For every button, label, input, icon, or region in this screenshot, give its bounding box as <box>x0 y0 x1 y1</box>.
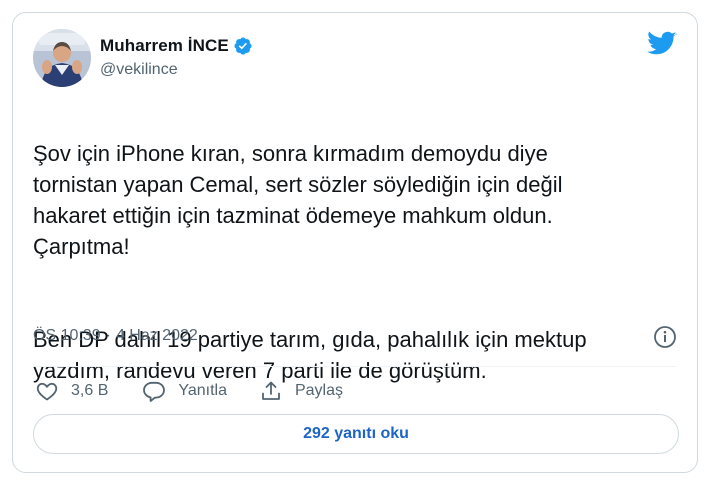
tweet-paragraph: Şov için iPhone kıran, sonra kırmadım de… <box>33 141 563 259</box>
tweet-time: ÖS 10:39 <box>33 327 101 344</box>
speech-bubble-icon <box>143 381 166 402</box>
share-button[interactable]: Paylaş <box>259 379 343 403</box>
share-upload-icon <box>262 381 280 400</box>
author-name-row: Muharrem İNCE <box>100 35 253 57</box>
meta-separator: · <box>105 327 111 344</box>
tweet-actions: 3,6 B Yanıtla Paylaş <box>35 377 343 405</box>
verified-badge-icon <box>234 37 252 55</box>
author-handle[interactable]: @vekilince <box>100 61 253 79</box>
read-replies-button[interactable]: 292 yanıtı oku <box>33 414 679 454</box>
info-circle-icon[interactable] <box>653 325 677 349</box>
tweet-date: 4 Haz 2022 <box>115 327 198 344</box>
reply-label: Yanıtla <box>178 382 227 399</box>
avatar[interactable] <box>33 29 91 87</box>
tweet-timestamp[interactable]: ÖS 10:39 · 4 Haz 2022 <box>33 327 198 345</box>
like-count: 3,6 B <box>71 382 109 399</box>
twitter-bird-icon[interactable] <box>647 31 677 57</box>
tweet-card: Muharrem İNCE @vekilince Şov için iPhone… <box>12 12 698 473</box>
author-name[interactable]: Muharrem İNCE <box>100 36 229 56</box>
reply-button[interactable]: Yanıtla <box>142 379 227 403</box>
share-label: Paylaş <box>294 382 344 399</box>
tweet-text: Şov için iPhone kıran, sonra kırmadım de… <box>33 107 683 417</box>
author-block: Muharrem İNCE @vekilince <box>100 35 253 79</box>
like-button[interactable]: 3,6 B <box>35 379 108 403</box>
divider <box>33 366 677 367</box>
heart-icon <box>36 382 58 401</box>
